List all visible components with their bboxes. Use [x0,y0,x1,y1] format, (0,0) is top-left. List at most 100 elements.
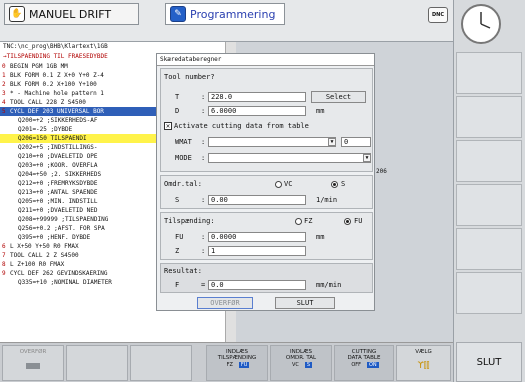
mode-manual-operation[interactable]: ✋ MANUEL DRIFT [4,3,139,25]
right-softkey-1[interactable] [456,52,522,94]
t-input[interactable]: 228.0 [208,92,306,102]
line-text: BEGIN PGM 1GB MM [10,63,68,70]
softkey-indlaes-omdr-tal[interactable]: INDLÆS OMDR. TAL VC S [270,345,332,381]
program-edit-icon: ✎ [170,6,186,22]
select-button[interactable]: Select [311,91,366,103]
chevron-down-icon[interactable]: ▼ [328,138,336,146]
softkey-cutting-data-table[interactable]: CUTTING DATA TABLE OFF ON [334,345,394,381]
fu-radio-label: FU [354,217,363,225]
right-softkey-3[interactable] [456,140,522,182]
line-number: 3 [2,90,6,97]
activate-cutting-data-checkbox[interactable]: ✕ [164,122,172,130]
line-number: 7 [2,252,6,259]
tool-section: Tool number? T : 228.0 Select D : 6.0000… [160,68,373,172]
tool-number-label: Tool number? [164,73,215,81]
line-text: Q210=+0 ;DVAELETID OPE [18,153,98,160]
line-text: CYCL DEF 203 UNIVERSAL BOR [10,108,104,115]
softkey-slut[interactable]: SLUT [456,342,522,382]
line-text: BLK FORM 0.2 X+100 Y+100 [10,81,97,88]
line-text: TOOL CALL 228 Z S4500 [10,99,86,106]
z-input[interactable]: 1 [208,246,306,256]
slut-dialog-button[interactable]: SLUT [275,297,335,309]
dialog-title: Skæredataberegner [157,54,374,66]
right-softkey-6[interactable] [456,272,522,314]
mode-programming[interactable]: ✎ Programmering [165,3,285,25]
result-label: Resultat: [164,267,202,275]
program-path: TNC:\nc_prog\BHB\Klartext\1GB [0,42,225,52]
side-value: 206 [376,168,387,175]
fu-label: FU [175,233,184,241]
right-softkey-4[interactable] [456,184,522,226]
wmat-number-input[interactable]: 0 [341,137,371,147]
mode-select[interactable] [208,153,371,163]
line-text: Q256=+0.2 ;AFST. FOR SPA [18,225,105,232]
d-label: D [175,107,180,115]
d-input[interactable]: 6.0000 [208,106,306,116]
transfer-icon [26,363,40,369]
softkey-bar: OVERFØR INDLÆS TILSPÆNDING FZ FU INDLÆS O… [0,342,453,382]
feed-section: Tilspænding: FZ FU FU : 0.0000 mm Z : 1 [160,212,373,260]
tilsp-label: Tilspænding: [164,217,215,225]
vc-label: VC [284,180,293,188]
line-text: BLK FORM 0.1 Z X+0 Y+0 Z-4 [10,72,104,79]
cutting-data-dialog: Skæredataberegner Tool number? T : 228.0… [156,53,375,311]
softkey-k2-s: S [304,362,313,368]
fz-label: FZ [304,217,313,225]
line-number: 8 [2,261,6,268]
right-softkey-5[interactable] [456,228,522,270]
softkey-overfor[interactable]: OVERFØR [2,345,64,381]
vc-radio[interactable] [275,181,282,188]
softkey-vaelg[interactable]: VÆLG ϒ⫿⫿ [396,345,451,381]
line-text: L Z+100 R0 FMAX [10,261,65,268]
right-softkey-2[interactable] [456,96,522,138]
s-input[interactable]: 0.00 [208,195,306,205]
line-number: 0 [2,63,6,70]
t-label: T [175,93,180,101]
softkey-vaelg-label: VÆLG [415,349,432,355]
line-text: Q201=-25 ;DYBDE [18,126,73,133]
softkey-k2-line2: OMDR. TAL [285,355,317,361]
clock-icon [461,4,501,44]
line-text: Q213=+0 ;ANTAL SPAENDE [18,189,98,196]
fu-input[interactable]: 0.0000 [208,232,306,242]
line-text: Q335=+10 ;NOMINAL DIAMETER [18,279,112,286]
softkey-k3-line2: DATA TABLE [347,355,381,361]
line-text: Q211=+0 ;DVAELETID NED [18,207,98,214]
tool-icon: ϒ⫿⫿ [417,361,430,371]
line-number: 2 [2,81,6,88]
line-text: L X+50 Y+50 R0 FMAX [10,243,79,250]
dnc-icon[interactable]: DNC [428,7,448,23]
line-text: TOOL CALL 2 Z S4500 [10,252,79,259]
softkey-k1-fz: FZ [226,362,233,368]
softkey-overfor-label: OVERFØR [19,349,47,355]
line-number: 1 [2,72,6,79]
softkey-empty-2[interactable] [130,345,192,381]
line-number: 9 [2,270,6,277]
line-text: CYCL DEF 262 GEVINDSKAERING [10,270,108,277]
line-text: Q203=+0 ;KOOR. OVERFLA [18,162,98,169]
activate-label: Activate cutting data from table [174,122,309,130]
wmat-select[interactable] [208,137,336,147]
s-radio-label: S [341,180,346,188]
chevron-down-icon[interactable]: ▼ [363,154,371,162]
fu-unit: mm [316,233,325,241]
result-section: Resultat: F = 0.0 mm/min [160,263,373,293]
line-text: Q204=+50 ;2. SIKKERHEDS [18,171,102,178]
softkey-indlaes-tilspaending[interactable]: INDLÆS TILSPÆNDING FZ FU [206,345,268,381]
f-output: 0.0 [208,280,306,290]
s-label: S [175,196,180,204]
d-unit: mm [316,107,325,115]
hand-icon: ✋ [9,6,25,22]
overfor-dialog-button[interactable]: OVERFØR [197,297,253,309]
mode-manual-label: MANUEL DRIFT [29,7,112,21]
line-text: Q212=+0 ;FREMRYKSDYBDE [18,180,98,187]
line-text: Q200=+2 ;SIKKERHEDS-AF [18,117,98,124]
s-radio[interactable] [331,181,338,188]
softkey-empty-1[interactable] [66,345,128,381]
f-unit: mm/min [316,281,342,289]
fu-radio[interactable] [344,218,351,225]
line-number: 5 [2,108,6,115]
fz-radio[interactable] [295,218,302,225]
softkey-k1-fu: FU [238,362,250,368]
line-text: * - Machine hole pattern 1 [10,90,104,97]
